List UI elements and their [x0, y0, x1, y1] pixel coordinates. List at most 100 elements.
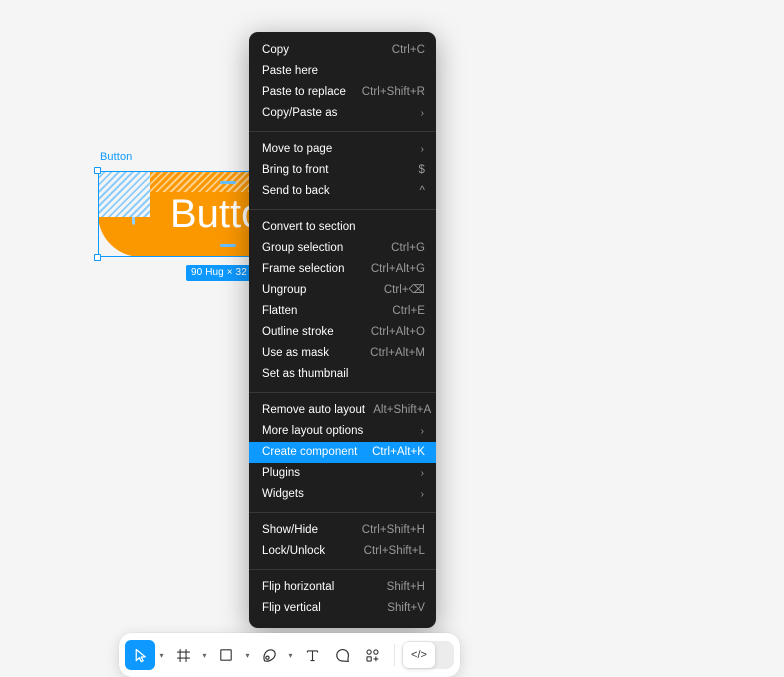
comment-tool[interactable]	[327, 640, 357, 670]
menu-item-label: Paste to replace	[262, 86, 346, 98]
menu-separator	[249, 569, 436, 570]
menu-item-label: Plugins	[262, 467, 301, 479]
menu-item-label: Widgets	[262, 488, 304, 500]
menu-item-flatten[interactable]: Flatten Ctrl+E	[249, 301, 436, 322]
pen-chevron-down-icon[interactable]: ▾	[284, 640, 297, 670]
menu-item-create-component[interactable]: Create component Ctrl+Alt+K	[249, 442, 436, 463]
text-icon	[304, 647, 321, 664]
menu-item-label: More layout options	[262, 425, 364, 437]
chevron-right-icon: ›	[420, 108, 424, 119]
menu-item-label: Group selection	[262, 242, 344, 254]
menu-separator	[249, 512, 436, 513]
menu-item-remove-auto-layout[interactable]: Remove auto layout Alt+Shift+A	[249, 400, 436, 421]
menu-item-move-to-page[interactable]: Move to page ›	[249, 139, 436, 160]
menu-item-label: Flip horizontal	[262, 581, 335, 593]
menu-item-label: Set as thumbnail	[262, 368, 349, 380]
dev-mode-toggle[interactable]: </>	[402, 641, 454, 669]
context-menu[interactable]: Copy Ctrl+C Paste here Paste to replace Ctrl…	[249, 32, 436, 628]
menu-item-label: Move to page	[262, 143, 333, 155]
menu-item-copy-paste-as[interactable]: Copy/Paste as ›	[249, 103, 436, 124]
auto-layout-corner-hatch	[98, 171, 150, 217]
node-name-label[interactable]: Button	[100, 151, 132, 164]
menu-item-label: Copy/Paste as	[262, 107, 338, 119]
menu-item-bring-to-front[interactable]: Bring to front $	[249, 160, 436, 181]
chevron-right-icon: ›	[420, 426, 424, 437]
padding-handle-top[interactable]	[220, 181, 236, 184]
rectangle-icon	[218, 647, 234, 663]
menu-item-plugins[interactable]: Plugins ›	[249, 463, 436, 484]
menu-item-shortcut: Ctrl+E	[392, 305, 425, 317]
menu-item-ungroup[interactable]: Ungroup Ctrl+⌫	[249, 280, 436, 301]
menu-item-shortcut: $	[418, 164, 425, 176]
shape-chevron-down-icon[interactable]: ▾	[241, 640, 254, 670]
menu-item-use-as-mask[interactable]: Use as mask Ctrl+Alt+M	[249, 343, 436, 364]
menu-item-send-to-back[interactable]: Send to back ^	[249, 181, 436, 202]
menu-item-shortcut: Ctrl+Shift+R	[361, 86, 425, 98]
move-chevron-down-icon[interactable]: ▾	[155, 640, 168, 670]
menu-item-widgets[interactable]: Widgets ›	[249, 484, 436, 505]
menu-separator	[249, 392, 436, 393]
dev-mode-button[interactable]: </>	[403, 642, 435, 668]
menu-item-more-layout-options[interactable]: More layout options ›	[249, 421, 436, 442]
frame-chevron-down-icon[interactable]: ▾	[198, 640, 211, 670]
menu-item-paste-here[interactable]: Paste here	[249, 61, 436, 82]
menu-item-label: Show/Hide	[262, 524, 319, 536]
menu-item-lock-unlock[interactable]: Lock/Unlock Ctrl+Shift+L	[249, 541, 436, 562]
pen-icon	[261, 647, 278, 664]
menu-item-shortcut: Alt+Shift+A	[373, 404, 432, 416]
chevron-right-icon: ›	[420, 144, 424, 155]
menu-item-label: Ungroup	[262, 284, 307, 296]
frame-icon	[175, 647, 192, 664]
menu-item-paste-to-replace[interactable]: Paste to replace Ctrl+Shift+R	[249, 82, 436, 103]
menu-item-flip-horizontal[interactable]: Flip horizontal Shift+H	[249, 577, 436, 598]
frame-tool[interactable]	[168, 640, 198, 670]
shape-tool[interactable]	[211, 640, 241, 670]
menu-item-label: Convert to section	[262, 221, 356, 233]
move-tool[interactable]	[125, 640, 155, 670]
menu-item-convert-to-section[interactable]: Convert to section	[249, 217, 436, 238]
chevron-right-icon: ›	[420, 489, 424, 500]
menu-item-shortcut: Ctrl+Alt+O	[370, 326, 425, 338]
menu-item-label: Create component	[262, 446, 358, 458]
menu-item-copy[interactable]: Copy Ctrl+C	[249, 40, 436, 61]
menu-item-show-hide[interactable]: Show/Hide Ctrl+Shift+H	[249, 520, 436, 541]
menu-item-label: Remove auto layout	[262, 404, 366, 416]
menu-item-shortcut: Shift+H	[386, 581, 425, 593]
menu-item-shortcut: Ctrl+Shift+H	[361, 524, 425, 536]
comment-icon	[334, 647, 351, 664]
padding-handle-bottom[interactable]	[220, 244, 236, 247]
menu-item-group-selection[interactable]: Group selection Ctrl+G	[249, 238, 436, 259]
menu-item-shortcut: Ctrl+Alt+M	[370, 347, 425, 359]
menu-item-label: Paste here	[262, 65, 319, 77]
menu-item-shortcut: Ctrl+G	[391, 242, 425, 254]
bottom-toolbar[interactable]: ▾ ▾ ▾ ▾ </>	[119, 633, 460, 677]
menu-item-outline-stroke[interactable]: Outline stroke Ctrl+Alt+O	[249, 322, 436, 343]
menu-item-shortcut: ^	[419, 185, 425, 197]
resize-handle-bottom-left[interactable]	[94, 254, 101, 261]
actions-tool[interactable]	[357, 640, 387, 670]
actions-icon	[364, 647, 381, 664]
menu-item-shortcut: Ctrl+Alt+G	[370, 263, 425, 275]
menu-item-shortcut: Ctrl+Shift+L	[363, 545, 425, 557]
menu-item-shortcut: Ctrl+Alt+K	[372, 446, 425, 458]
menu-item-label: Flatten	[262, 305, 298, 317]
menu-item-label: Flip vertical	[262, 602, 321, 614]
menu-item-label: Outline stroke	[262, 326, 334, 338]
menu-item-label: Lock/Unlock	[262, 545, 326, 557]
menu-item-label: Bring to front	[262, 164, 329, 176]
resize-handle-top-left[interactable]	[94, 167, 101, 174]
menu-item-frame-selection[interactable]: Frame selection Ctrl+Alt+G	[249, 259, 436, 280]
menu-separator	[249, 209, 436, 210]
toolbar-divider	[394, 644, 395, 666]
menu-item-label: Send to back	[262, 185, 330, 197]
menu-item-flip-vertical[interactable]: Flip vertical Shift+V	[249, 598, 436, 619]
text-tool[interactable]	[297, 640, 327, 670]
size-badge: 90 Hug × 32	[186, 265, 252, 281]
menu-separator	[249, 131, 436, 132]
menu-item-shortcut: Ctrl+C	[391, 44, 425, 56]
menu-item-set-as-thumbnail[interactable]: Set as thumbnail	[249, 364, 436, 385]
menu-item-shortcut: Shift+V	[387, 602, 425, 614]
menu-item-label: Use as mask	[262, 347, 330, 359]
pen-tool[interactable]	[254, 640, 284, 670]
cursor-icon	[132, 647, 149, 664]
